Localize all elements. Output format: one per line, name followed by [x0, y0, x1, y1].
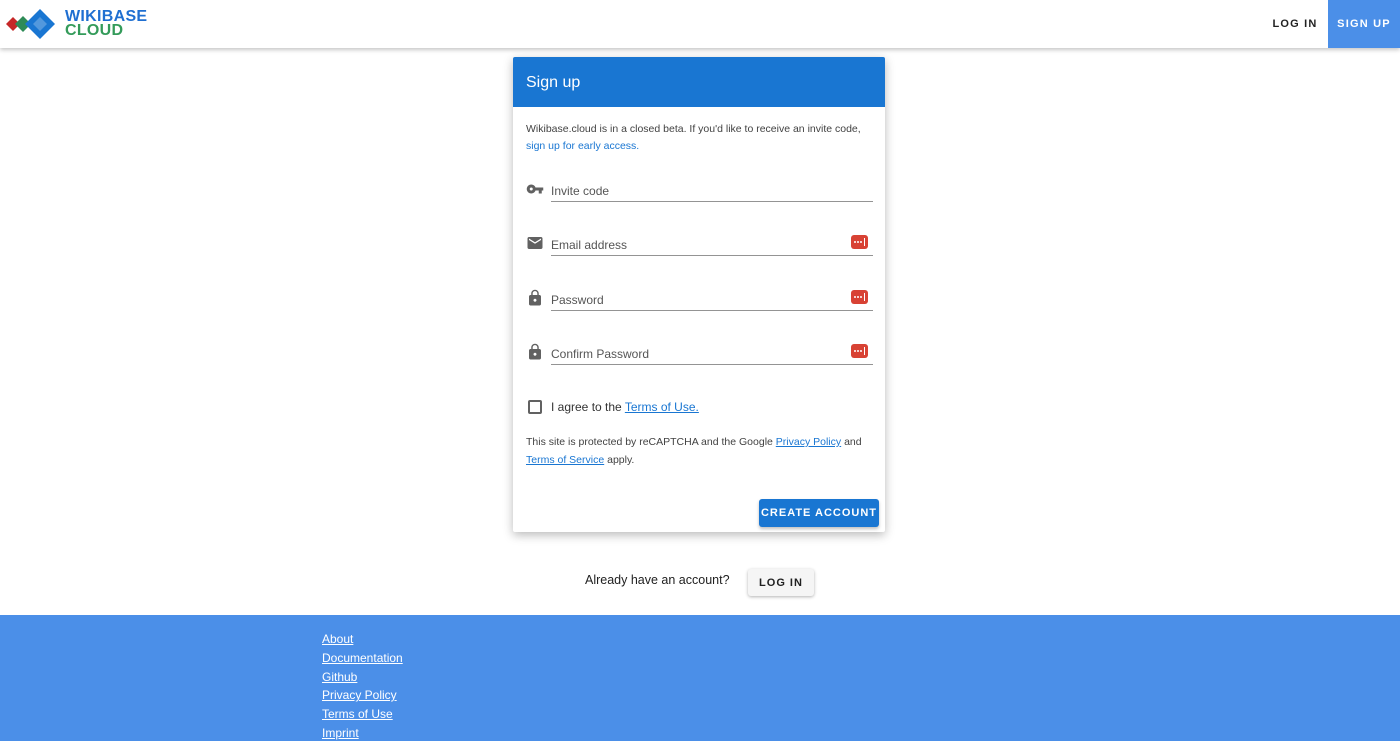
invite-code-input[interactable]: [551, 173, 873, 202]
recaptcha-notice: This site is protected by reCAPTCHA and …: [526, 433, 871, 469]
confirm-password-input[interactable]: [551, 336, 873, 365]
password-input[interactable]: [551, 282, 873, 311]
email-field: [526, 227, 873, 257]
key-icon: [526, 184, 544, 194]
logo-wordmark: WIKIBASE CLOUD: [65, 9, 147, 39]
password-manager-icon[interactable]: [851, 235, 868, 249]
login-button[interactable]: LOG IN: [748, 569, 814, 596]
create-account-button[interactable]: CREATE ACCOUNT: [759, 499, 879, 527]
footer-link-item: About: [322, 631, 403, 650]
card-title: Sign up: [513, 57, 885, 107]
recaptcha-prefix: This site is protected by reCAPTCHA and …: [526, 436, 773, 448]
signup-card: Sign up Wikibase.cloud is in a closed be…: [513, 57, 885, 532]
recaptcha-and: and: [844, 436, 862, 448]
footer-link-item: Privacy Policy: [322, 687, 403, 706]
email-icon: [527, 237, 543, 249]
already-have-account-text: Already have an account?: [585, 573, 730, 587]
terms-agreement: I agree to the Terms of Use.: [528, 399, 699, 415]
recaptcha-suffix: apply.: [607, 454, 635, 466]
app-bar: WIKIBASE CLOUD LOG IN SIGN UP: [0, 0, 1400, 48]
footer-link-github[interactable]: Github: [322, 670, 357, 684]
footer-link-item: Documentation: [322, 650, 403, 669]
nav-login-button[interactable]: LOG IN: [1262, 0, 1328, 48]
nav-signup-button[interactable]: SIGN UP: [1328, 0, 1400, 48]
footer-link-privacy-policy[interactable]: Privacy Policy: [322, 688, 397, 702]
footer-links: About Documentation Github Privacy Polic…: [322, 631, 403, 744]
google-terms-of-service-link[interactable]: Terms of Service: [526, 454, 604, 466]
terms-agreement-label: I agree to the Terms of Use.: [551, 400, 699, 414]
terms-agreement-prefix: I agree to the: [551, 400, 622, 414]
footer-link-item: Github: [322, 669, 403, 688]
logo-diamonds-icon: [6, 9, 55, 39]
footer-link-about[interactable]: About: [322, 632, 353, 646]
beta-notice: Wikibase.cloud is in a closed beta. If y…: [526, 121, 866, 155]
google-privacy-policy-link[interactable]: Privacy Policy: [776, 436, 841, 448]
confirm-password-field: [526, 336, 873, 366]
beta-notice-text: Wikibase.cloud is in a closed beta. If y…: [526, 123, 861, 135]
early-access-link[interactable]: sign up for early access.: [526, 140, 639, 152]
lock-icon: [529, 343, 541, 360]
footer-link-documentation[interactable]: Documentation: [322, 651, 403, 665]
footer-link-item: Terms of Use: [322, 706, 403, 725]
password-manager-icon[interactable]: [851, 344, 868, 358]
wikibase-cloud-logo[interactable]: WIKIBASE CLOUD: [4, 6, 164, 42]
terms-checkbox[interactable]: [528, 400, 542, 414]
invite-code-field: [526, 173, 873, 203]
password-field: [526, 282, 873, 312]
footer-link-imprint[interactable]: Imprint: [322, 726, 359, 740]
email-input[interactable]: [551, 227, 873, 256]
logo-line-2: CLOUD: [65, 22, 124, 39]
footer-link-terms-of-use[interactable]: Terms of Use: [322, 707, 393, 721]
lock-icon: [529, 289, 541, 306]
terms-of-use-link[interactable]: Terms of Use.: [625, 400, 699, 414]
password-manager-icon[interactable]: [851, 290, 868, 304]
footer: About Documentation Github Privacy Polic…: [0, 615, 1400, 741]
